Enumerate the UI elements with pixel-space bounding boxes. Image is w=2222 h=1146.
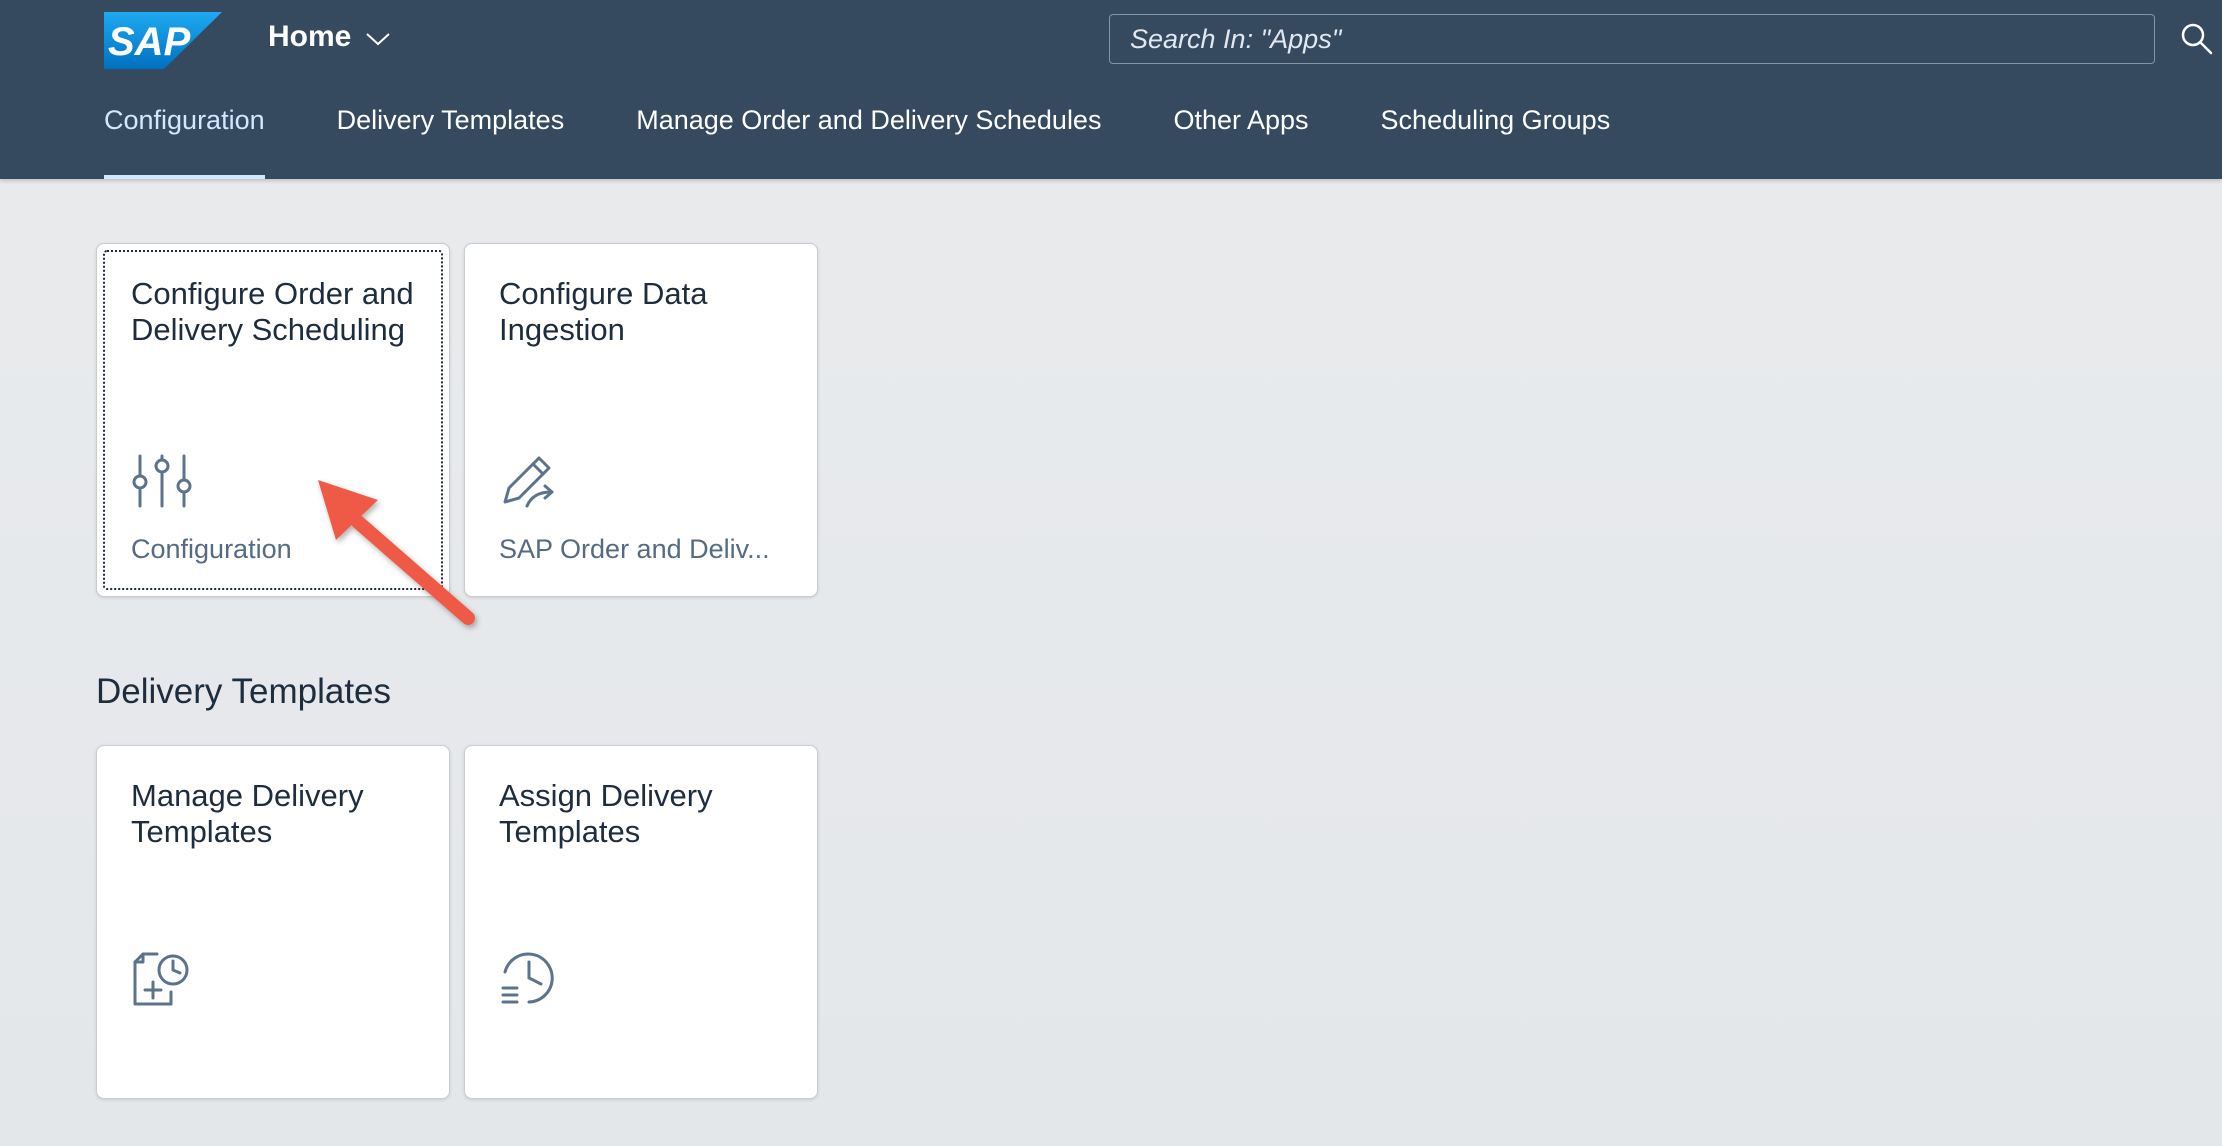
tile-assign-delivery-templates[interactable]: Assign Delivery Templates <box>464 745 818 1099</box>
tile-subtitle: Configuration <box>131 534 292 564</box>
home-title-label: Home <box>268 20 352 53</box>
tab-manage-order-and-delivery-schedules[interactable]: Manage Order and Delivery Schedules <box>636 105 1101 179</box>
section-title-delivery-templates: Delivery Templates <box>96 672 392 711</box>
tab-bar: Configuration Delivery Templates Manage … <box>104 105 1610 179</box>
tile-configure-order-and-delivery-scheduling[interactable]: Configure Order and Delivery Scheduling … <box>96 243 450 597</box>
document-add-clock-icon <box>133 952 189 1006</box>
home-title-menu[interactable]: Home <box>268 20 391 54</box>
shell-header: SAP Home Search In: "Apps" Configuration… <box>0 0 2222 179</box>
sap-logo-text: SAP <box>108 20 191 64</box>
tab-delivery-templates[interactable]: Delivery Templates <box>337 105 565 179</box>
tab-scheduling-groups[interactable]: Scheduling Groups <box>1381 105 1611 179</box>
tile-configure-data-ingestion[interactable]: Configure Data Ingestion SAP Order and D… <box>464 243 818 597</box>
search-input[interactable]: Search In: "Apps" <box>1109 14 2155 64</box>
chevron-down-icon <box>366 33 391 46</box>
search-placeholder: Search In: "Apps" <box>1130 24 1342 54</box>
tile-title: Assign Delivery Templates <box>499 778 713 849</box>
search-icon[interactable] <box>2180 22 2214 56</box>
tab-configuration[interactable]: Configuration <box>104 105 265 179</box>
history-list-icon <box>501 952 554 1004</box>
tab-other-apps[interactable]: Other Apps <box>1173 105 1308 179</box>
edit-share-icon <box>503 456 554 508</box>
tile-manage-delivery-templates[interactable]: Manage Delivery Templates <box>96 745 450 1099</box>
tile-title: Configure Data Ingestion <box>499 276 708 347</box>
tile-title: Configure Order and Delivery Scheduling <box>131 276 414 347</box>
tile-title: Manage Delivery Templates <box>131 778 364 849</box>
tile-subtitle: SAP Order and Deliv... <box>499 534 770 564</box>
sap-logo[interactable]: SAP <box>104 12 222 69</box>
sliders-icon <box>132 454 192 508</box>
